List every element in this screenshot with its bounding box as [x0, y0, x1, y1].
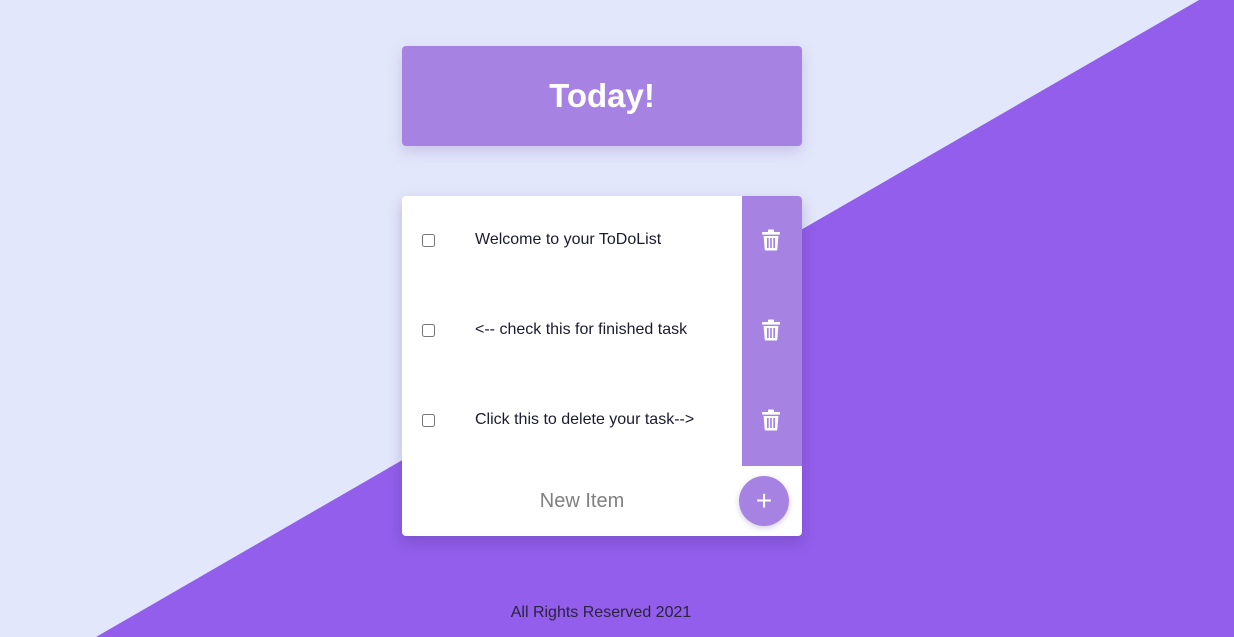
task-text: Welcome to your ToDoList: [475, 231, 662, 248]
trash-icon[interactable]: [758, 227, 784, 253]
task-checkbox[interactable]: [422, 234, 435, 247]
new-item-input[interactable]: [442, 482, 722, 520]
task-text: Click this to delete your task-->: [475, 411, 695, 428]
task-text: <-- check this for finished task: [475, 321, 688, 338]
page-title: Today!: [549, 77, 655, 114]
list-item: Click this to delete your task-->: [402, 376, 802, 466]
todo-list-card: Welcome to your ToDoList <-- check this …: [402, 196, 802, 536]
list-item: <-- check this for finished task: [402, 286, 802, 376]
heading-card: Today!: [402, 46, 802, 146]
trash-icon[interactable]: [758, 317, 784, 343]
add-item-button[interactable]: +: [739, 476, 789, 526]
list-item: Welcome to your ToDoList: [402, 196, 802, 286]
trash-icon[interactable]: [758, 407, 784, 433]
task-checkbox[interactable]: [422, 324, 435, 337]
footer-text: All Rights Reserved 2021: [510, 604, 692, 621]
task-checkbox[interactable]: [422, 414, 435, 427]
